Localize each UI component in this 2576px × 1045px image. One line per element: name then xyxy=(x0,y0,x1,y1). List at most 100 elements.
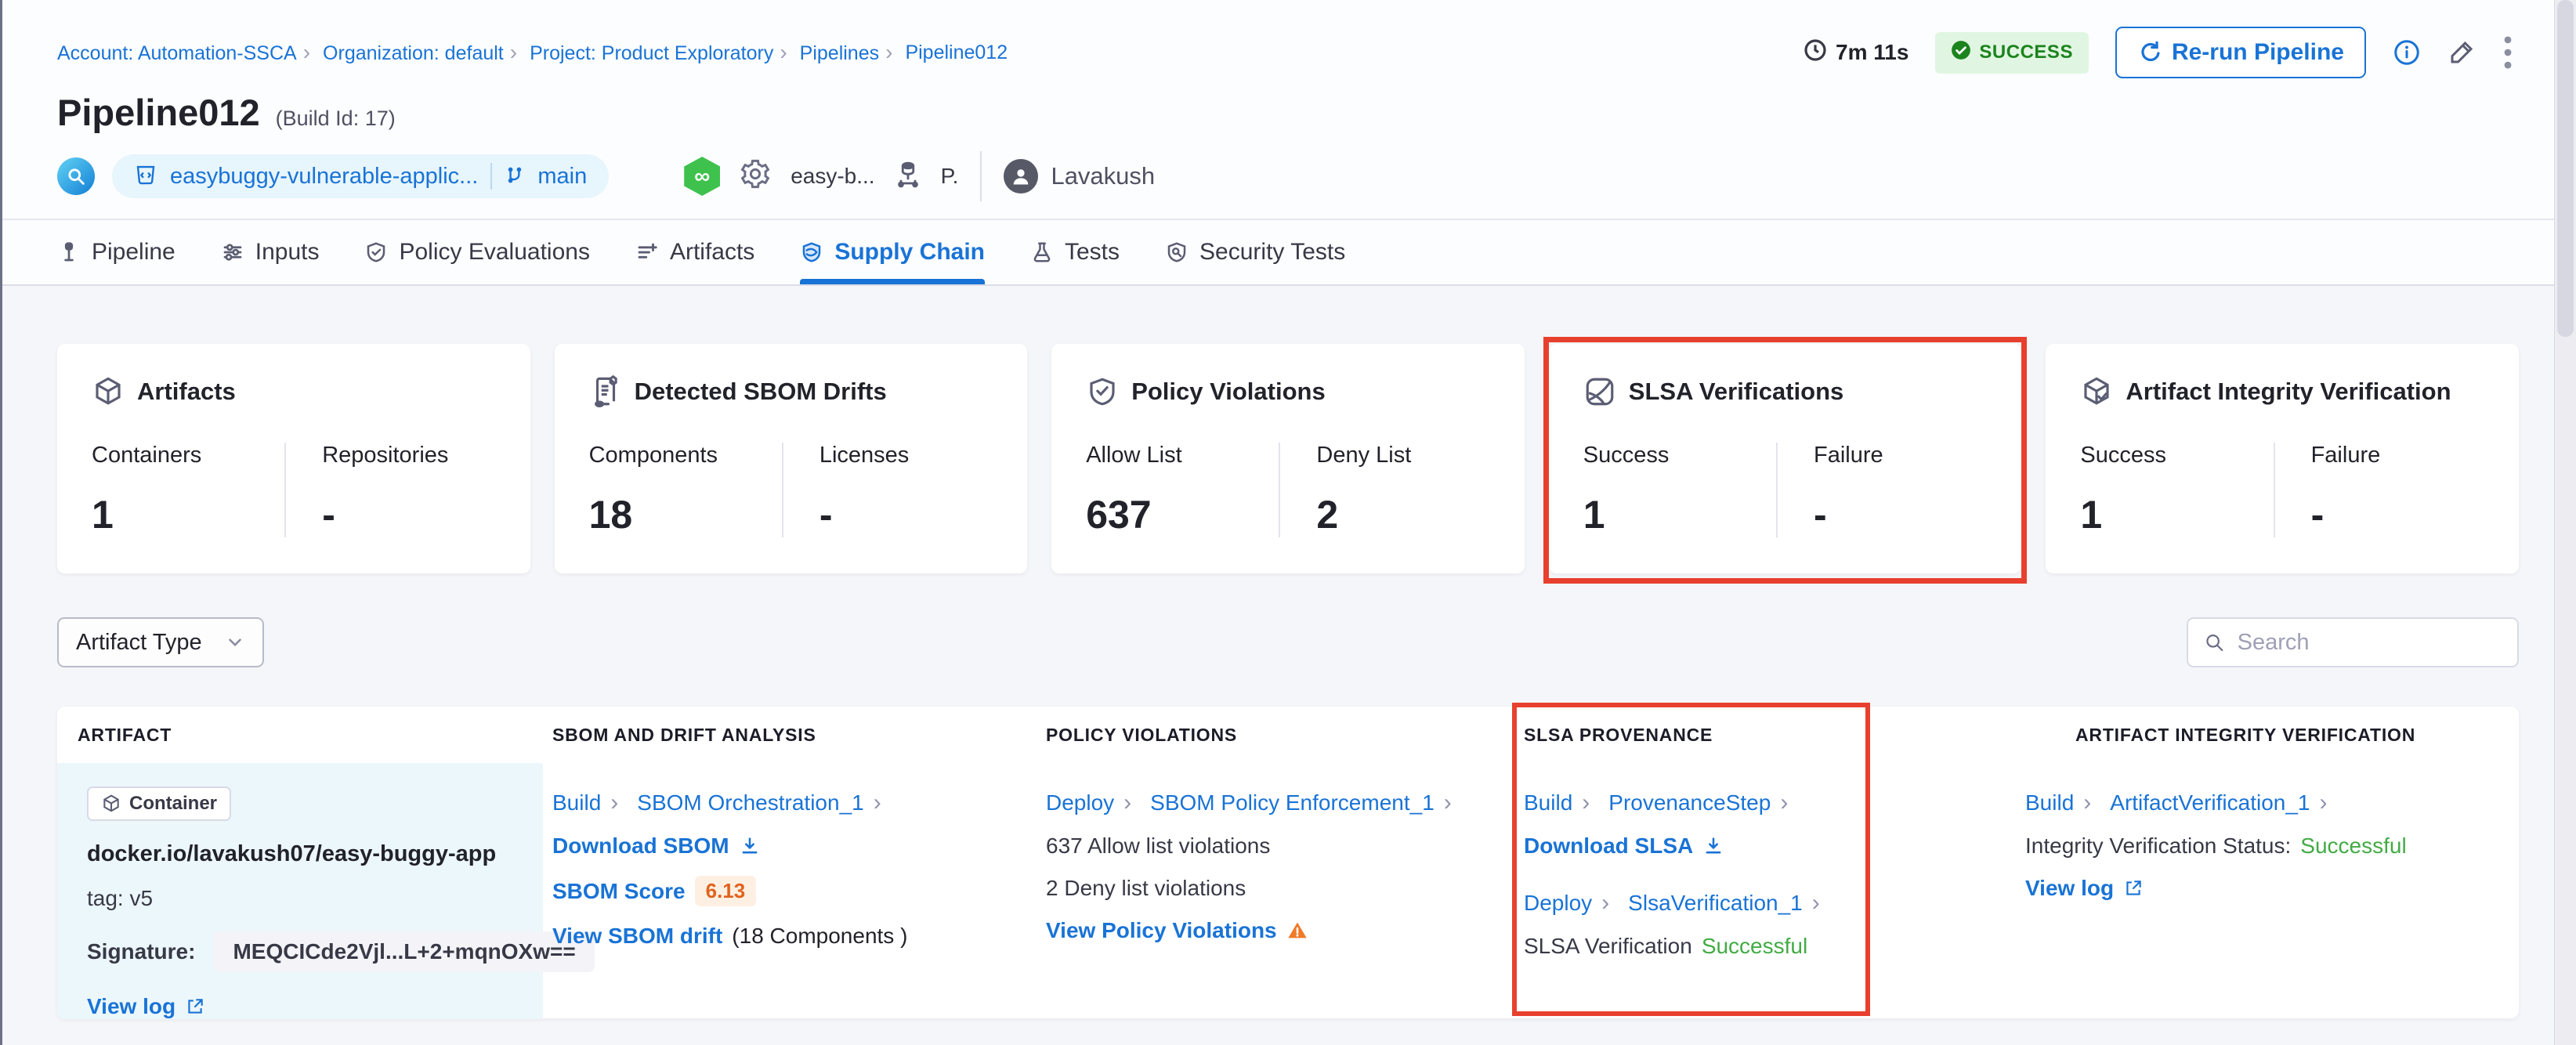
policy-stage-link[interactable]: Deploy xyxy=(1046,790,1114,815)
branch-name-link[interactable]: main xyxy=(537,164,587,190)
tab-policy-evaluations[interactable]: Policy Evaluations xyxy=(364,220,590,284)
flask-icon xyxy=(1033,242,1051,262)
service-name[interactable]: easy-b... xyxy=(791,164,874,189)
card-artifact-integrity: Artifact Integrity Verification Success … xyxy=(2046,344,2519,573)
repo-pill: easybuggy-vulnerable-applic... main xyxy=(112,154,610,198)
cube-icon xyxy=(96,377,121,405)
slsa-stage2-link[interactable]: Deploy xyxy=(1524,891,1592,915)
sbom-stage-link[interactable]: Build xyxy=(552,790,601,815)
kebab-menu-icon[interactable] xyxy=(2502,35,2513,70)
card-artifacts: Artifacts Containers 1 Repositories - xyxy=(57,344,530,573)
stat-integrity-failure: Failure - xyxy=(2273,443,2475,537)
slsa-step2-link[interactable]: SlsaVerification_1 xyxy=(1628,891,1803,915)
stat-integrity-success: Success 1 xyxy=(2080,443,2166,537)
slsa-status-label: SLSA Verification xyxy=(1524,934,1692,958)
breadcrumb-pipelines[interactable]: Pipelines xyxy=(800,40,899,65)
window-left-edge xyxy=(0,0,2,1045)
external-link-icon xyxy=(2126,880,2141,895)
policy-step-link[interactable]: SBOM Policy Enforcement_1 xyxy=(1150,790,1435,815)
scrollbar-thumb[interactable] xyxy=(2557,0,2574,337)
breadcrumb-organization[interactable]: Organization: default xyxy=(323,40,523,65)
top-actions: 7m 11s SUCCESS Re-run Pipeline xyxy=(1803,27,2513,78)
tab-inputs[interactable]: Inputs xyxy=(221,220,319,284)
artifact-cell: Container docker.io/lavakush07/easy-bugg… xyxy=(57,763,595,1019)
sbom-step-link[interactable]: SBOM Orchestration_1 xyxy=(637,790,863,815)
external-link-icon xyxy=(188,999,203,1014)
environment-name[interactable]: P. xyxy=(941,164,959,189)
integrity-cell: Build ArtifactVerification_1 Integrity V… xyxy=(2016,763,2519,1019)
download-sbom-link[interactable]: Download SBOM xyxy=(552,833,761,859)
supply-chain-page: Account: Automation-SSCA Organization: d… xyxy=(0,0,2576,1045)
view-sbom-drift-link[interactable]: View SBOM drift xyxy=(552,924,722,949)
table-row: Container docker.io/lavakush07/easy-bugg… xyxy=(57,763,2519,1019)
card-title: Artifacts xyxy=(137,378,236,405)
signature-value: MEQCICde2Vjl...L+2+mqnOXw== xyxy=(214,931,595,972)
repository-icon xyxy=(134,163,157,190)
gitops-hexagon-icon: ∞ xyxy=(684,157,721,196)
tab-tests[interactable]: Tests xyxy=(1030,220,1120,284)
card-title: Detected SBOM Drifts xyxy=(634,378,887,405)
download-slsa-link[interactable]: Download SLSA xyxy=(1524,833,1724,859)
status-badge: SUCCESS xyxy=(1935,31,2089,74)
rerun-pipeline-button[interactable]: Re-run Pipeline xyxy=(2115,27,2366,78)
search-input[interactable] xyxy=(2237,629,2502,656)
col-header-policy: POLICY VIOLATIONS xyxy=(1046,724,1238,745)
slsa-step1-link[interactable]: ProvenanceStep xyxy=(1608,790,1771,815)
stat-allow-list: Allow List 637 xyxy=(1086,443,1182,537)
integrity-view-log-link[interactable]: View log xyxy=(2025,876,2144,901)
edit-pencil-icon[interactable] xyxy=(2448,38,2476,67)
branch-icon xyxy=(505,165,525,189)
policy-cell: Deploy SBOM Policy Enforcement_1 637 All… xyxy=(1037,763,1514,1019)
artifact-name: docker.io/lavakush07/easy-buggy-app xyxy=(87,841,497,866)
ci-module-icon xyxy=(57,157,95,195)
repo-name-link[interactable]: easybuggy-vulnerable-applic... xyxy=(170,164,478,190)
signature-label: Signature: xyxy=(87,939,196,964)
integrity-stage-link[interactable]: Build xyxy=(2025,790,2074,815)
clock-icon xyxy=(1803,38,1828,68)
artifact-view-log-link[interactable]: View log xyxy=(87,994,205,1019)
card-title: Policy Violations xyxy=(1131,378,1326,405)
refresh-icon xyxy=(2137,38,2161,67)
rerun-label: Re-run Pipeline xyxy=(2171,39,2344,65)
stat-containers: Containers 1 xyxy=(92,443,202,537)
breadcrumb: Account: Automation-SSCA Organization: d… xyxy=(57,40,1008,65)
warning-triangle-icon xyxy=(1287,922,1307,938)
download-icon xyxy=(742,837,757,854)
breadcrumb-account[interactable]: Account: Automation-SSCA xyxy=(57,40,317,65)
meta-divider xyxy=(980,151,982,201)
tab-pipeline[interactable]: Pipeline xyxy=(57,220,175,284)
execution-meta-group: ∞ easy-b... P. xyxy=(684,157,958,196)
deny-list-violations: 2 Deny list violations xyxy=(1046,876,1246,900)
view-policy-violations-link[interactable]: View Policy Violations xyxy=(1046,918,1308,943)
infrastructure-icon xyxy=(894,160,922,193)
info-icon[interactable] xyxy=(2393,38,2421,67)
gear-icon xyxy=(739,157,772,196)
sbom-score-link[interactable]: SBOM Score xyxy=(552,879,686,904)
breadcrumb-current-pipeline[interactable]: Pipeline012 xyxy=(905,42,1008,64)
sbom-document-icon xyxy=(594,375,617,407)
tab-supply-chain[interactable]: Supply Chain xyxy=(800,220,985,284)
table-header-row: ARTIFACT SBOM AND DRIFT ANALYSIS POLICY … xyxy=(57,707,2519,763)
inputs-icon xyxy=(223,244,242,261)
card-sbom-drifts: Detected SBOM Drifts Components 18 Licen… xyxy=(554,344,1028,573)
breadcrumb-project[interactable]: Project: Product Exploratory xyxy=(530,40,794,65)
col-header-artifact: ARTIFACT xyxy=(78,724,172,745)
slsa-icon xyxy=(1586,378,1614,406)
sbom-cell: Build SBOM Orchestration_1 Download SBOM… xyxy=(543,763,1037,1019)
slsa-stage1-link[interactable]: Build xyxy=(1524,790,1572,815)
artifact-type-select[interactable]: Artifact Type xyxy=(57,617,264,667)
filter-row: Artifact Type xyxy=(57,617,2519,667)
col-header-slsa: SLSA PROVENANCE xyxy=(1524,724,1713,745)
artifact-tag: tag: v5 xyxy=(87,886,154,910)
duration-text: 7m 11s xyxy=(1836,40,1909,64)
vertical-scrollbar[interactable] xyxy=(2554,0,2576,1045)
container-type-badge: Container xyxy=(87,786,232,821)
tab-security-tests[interactable]: Security Tests xyxy=(1165,220,1345,284)
execution-tabs: Pipeline Inputs Policy Evaluations Artif… xyxy=(0,220,2576,286)
integrity-step-link[interactable]: ArtifactVerification_1 xyxy=(2110,790,2310,815)
stat-slsa-success: Success 1 xyxy=(1583,443,1670,537)
stat-components: Components 18 xyxy=(588,443,718,537)
check-circle-icon xyxy=(1951,40,1971,66)
chevron-down-icon xyxy=(229,638,241,647)
tab-artifacts[interactable]: Artifacts xyxy=(635,220,754,284)
